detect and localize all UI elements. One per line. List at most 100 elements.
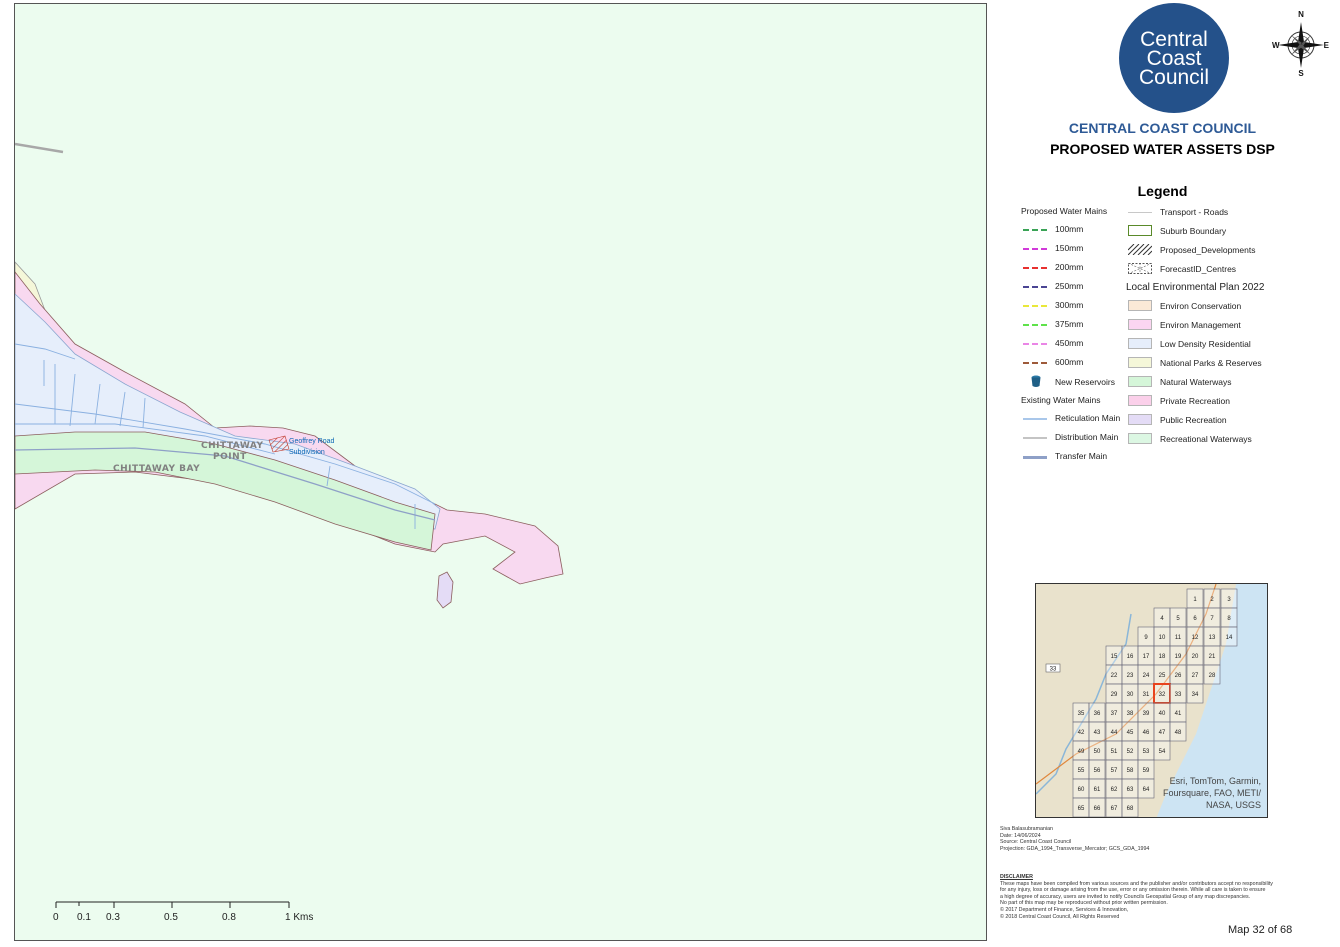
- scale-label: 0.1: [77, 912, 91, 923]
- overview-tile-label: 60: [1078, 787, 1085, 793]
- swatch-lep-zone: [1128, 338, 1152, 349]
- compass-s: S: [1298, 69, 1304, 76]
- legend-lep-item: Private Recreation: [1160, 396, 1230, 406]
- compass-e: E: [1324, 41, 1330, 50]
- meta-line: Date: 14/06/2024: [1000, 832, 1041, 839]
- scale-bar: [55, 901, 290, 908]
- legend-lep-item: National Parks & Reserves: [1160, 358, 1262, 368]
- overview-tile-label: 53: [1143, 749, 1150, 755]
- swatch-proposed-250mm: [1023, 286, 1047, 288]
- overview-tile-label: 11: [1175, 635, 1182, 641]
- swatch-existing-main: [1023, 456, 1047, 459]
- disclaimer-heading: DISCLAIMER: [1000, 874, 1033, 880]
- scale-label: 0: [53, 912, 59, 923]
- overview-tile-label: 64: [1143, 787, 1150, 793]
- legend-proposed-item: 450mm: [1055, 338, 1084, 348]
- swatch-proposed-150mm: [1023, 248, 1047, 250]
- swatch-lep-zone: [1128, 319, 1152, 330]
- swatch-proposed-200mm: [1023, 267, 1047, 269]
- overview-tile-label: 36: [1094, 711, 1101, 717]
- north-arrow-icon: N E S W: [1272, 10, 1330, 76]
- meta-line: Siva Balasubramanian: [1000, 826, 1053, 832]
- legend-proposed-item: 150mm: [1055, 243, 1084, 253]
- residential-area: [15, 293, 441, 530]
- legend-proposed-item: 600mm: [1055, 357, 1084, 367]
- disclaimer-block: DISCLAIMER These maps have been compiled…: [1000, 874, 1310, 920]
- compass-w: W: [1272, 41, 1280, 50]
- swatch-lep-zone: [1128, 395, 1152, 406]
- overview-tile-label: 61: [1094, 787, 1101, 793]
- overview-tile-label: 37: [1111, 711, 1118, 717]
- legend-roads: Transport - Roads: [1160, 207, 1229, 217]
- legend-lep-item: Low Density Residential: [1160, 339, 1251, 349]
- overview-tile-label: 21: [1209, 654, 1216, 660]
- swatch-proposed-developments: [1128, 244, 1152, 255]
- overview-tile-label: 26: [1175, 673, 1182, 679]
- overview-tile-label: 42: [1078, 730, 1085, 736]
- swatch-proposed-300mm: [1023, 305, 1047, 307]
- overview-tile-label: 51: [1111, 749, 1118, 755]
- place-label-chittaway-point: CHITTAWAY: [201, 441, 263, 451]
- meta-line: Projection: GDA_1994_Transverse_Mercator…: [1000, 845, 1150, 852]
- swatch-proposed-600mm: [1023, 362, 1047, 364]
- overview-tile-label: 50: [1094, 749, 1101, 755]
- overview-tile-label: 20: [1192, 654, 1199, 660]
- legend-panel: Central Coast Council N E S W CENTRAL CO…: [995, 0, 1340, 947]
- overview-tile-label: 55: [1078, 768, 1085, 774]
- swatch-lep-zone: [1128, 433, 1152, 444]
- overview-tile-label: 35: [1078, 711, 1085, 717]
- legend-lep-item: Public Recreation: [1160, 415, 1227, 425]
- place-label-chittaway-bay: CHITTAWAY BAY: [113, 464, 200, 474]
- swatch-existing-main: [1023, 418, 1047, 420]
- overview-tile-label: 22: [1111, 673, 1118, 679]
- swatch-suburb-boundary: [1128, 225, 1152, 236]
- meta-line: Source: Central Coast Council: [1000, 839, 1072, 846]
- overview-tile-label: 45: [1127, 730, 1134, 736]
- legend-heading-existing: Existing Water Mains: [1021, 395, 1101, 405]
- disclaimer-line: © 2017 Department of Finance, Services &…: [1000, 906, 1129, 913]
- legend-proposed-item: 300mm: [1055, 300, 1084, 310]
- island: [436, 571, 454, 609]
- overview-map[interactable]: 1 2 3 4 5 6 7 8 9 10 11 12 13 14 15 16 17 18 19 20 21 22 23 24 2…: [1035, 583, 1268, 818]
- council-logo: Central Coast Council: [1119, 3, 1229, 113]
- overview-tile-label: 25: [1159, 673, 1166, 679]
- compass-n: N: [1298, 10, 1304, 19]
- overview-tile-label: 24: [1143, 673, 1150, 679]
- overview-tile-label: 58: [1127, 768, 1134, 774]
- legend-proposed-item: 375mm: [1055, 319, 1084, 329]
- swatch-centres: [1128, 263, 1152, 274]
- overview-tile-label: 14: [1226, 635, 1233, 641]
- scale-label: 1 Kms: [285, 912, 314, 923]
- overview-tile-label: 41: [1175, 711, 1182, 717]
- reservoir-icon: [1031, 375, 1041, 387]
- disclaimer-text: These maps have been compiled from vario…: [1000, 881, 1310, 921]
- map-number: Map 32 of 68: [1228, 924, 1293, 936]
- scale-label: 0.5: [164, 912, 178, 923]
- overview-tile-label: 46: [1143, 730, 1150, 736]
- overview-tile-label: 32: [1159, 692, 1166, 698]
- map-canvas[interactable]: CHITTAWAY POINT CHITTAWAY BAY Geoffrey R…: [14, 3, 987, 941]
- overview-tile-label: 47: [1159, 730, 1166, 736]
- place-label-chittaway-point-line2: POINT: [213, 452, 247, 462]
- map-title: PROPOSED WATER ASSETS DSP: [1050, 141, 1275, 157]
- overview-tile-label: 17: [1143, 654, 1150, 660]
- swatch-lep-zone: [1128, 357, 1152, 368]
- overview-tile-label: 15: [1111, 654, 1118, 660]
- overview-tile-label: 40: [1159, 711, 1166, 717]
- legend-proposed-item: 250mm: [1055, 281, 1084, 291]
- map-drawing: CHITTAWAY POINT CHITTAWAY BAY Geoffrey R…: [15, 142, 564, 908]
- disclaimer-line: © 2018 Central Coast Council, All Rights…: [1000, 913, 1120, 920]
- overview-tile-label: 31: [1143, 692, 1150, 698]
- overview-tile-label: 65: [1078, 806, 1085, 812]
- legend-existing-item: Distribution Main: [1055, 432, 1119, 442]
- swatch-roads: [1128, 212, 1152, 213]
- disclaimer-line: No part of this map may be reproduced wi…: [1000, 900, 1168, 907]
- development-label: Geoffrey Road: [289, 438, 335, 445]
- overview-tile-label: 39: [1143, 711, 1150, 717]
- swatch-lep-zone: [1128, 376, 1152, 387]
- overview-tile-label: 29: [1111, 692, 1118, 698]
- overview-tile-label: 27: [1192, 673, 1199, 679]
- scale-label: 0.3: [106, 912, 120, 923]
- overview-tile-label: 68: [1127, 806, 1134, 812]
- legend-lep-item: Environ Conservation: [1160, 301, 1242, 311]
